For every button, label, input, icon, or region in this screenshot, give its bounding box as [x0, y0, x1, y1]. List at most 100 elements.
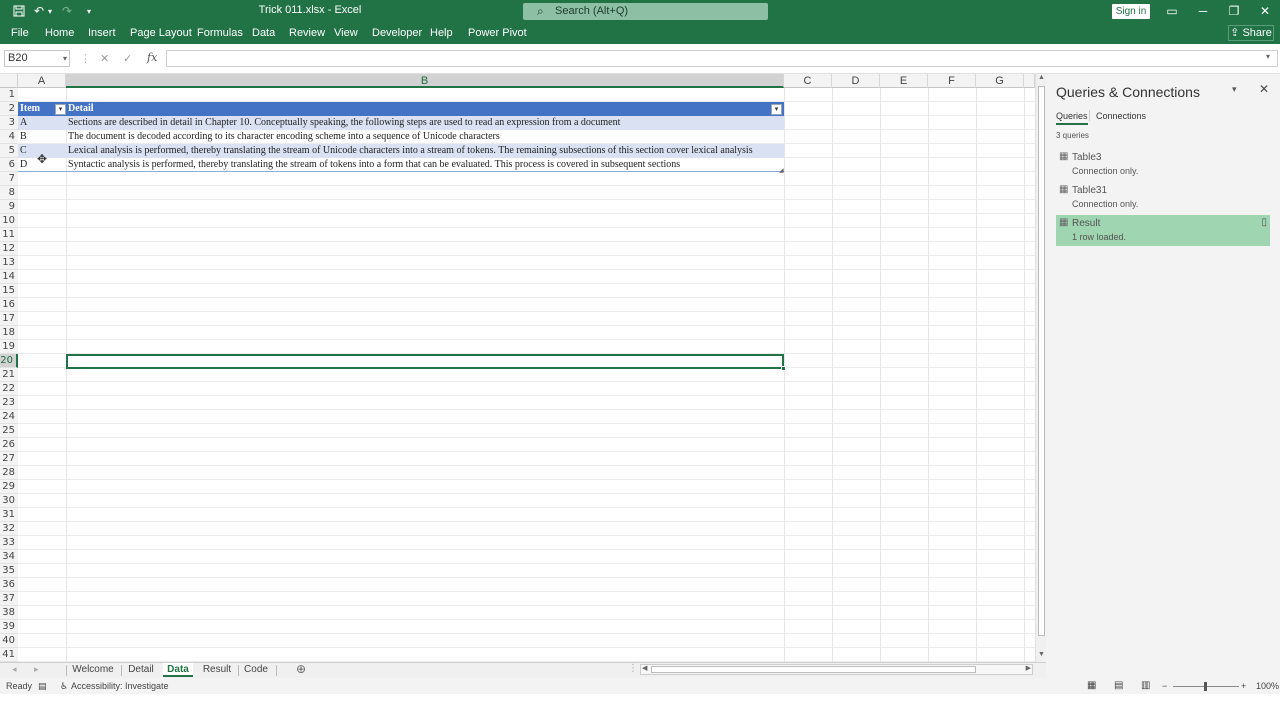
scroll-right-icon[interactable]: ▶	[1026, 664, 1031, 672]
row-header[interactable]: 30	[0, 494, 18, 508]
row-header[interactable]: 27	[0, 452, 18, 466]
tab-power-pivot[interactable]: Power Pivot	[468, 27, 527, 39]
tab-data[interactable]: Data	[252, 27, 275, 39]
horizontal-scrollbar[interactable]: ◀ ▶	[640, 664, 1033, 675]
tab-page-layout[interactable]: Page Layout	[130, 27, 192, 39]
formula-input[interactable]	[166, 50, 1278, 67]
next-sheet-icon[interactable]: ▸	[34, 664, 39, 675]
row-header[interactable]: 28	[0, 466, 18, 480]
active-cell-b20[interactable]	[66, 354, 784, 369]
pane-options-icon[interactable]: ▾	[1232, 84, 1237, 95]
vertical-scroll-thumb[interactable]	[1038, 86, 1045, 636]
row-header[interactable]: 15	[0, 284, 18, 298]
name-box[interactable]: B20 ▾	[4, 50, 70, 67]
search-box[interactable]: ⌕ Search (Alt+Q)	[523, 3, 768, 20]
table-cell-detail[interactable]: Sections are described in detail in Chap…	[66, 116, 784, 130]
filter-dropdown-icon[interactable]: ▾	[771, 104, 782, 115]
scroll-left-icon[interactable]: ◀	[642, 664, 647, 672]
cancel-entry-icon[interactable]: ✕	[100, 52, 109, 65]
row-header[interactable]: 34	[0, 550, 18, 564]
column-header-c[interactable]: C	[784, 74, 832, 88]
row-header[interactable]: 25	[0, 424, 18, 438]
row-header[interactable]: 36	[0, 578, 18, 592]
zoom-slider-thumb[interactable]	[1204, 682, 1207, 691]
row-header[interactable]: 6	[0, 158, 18, 172]
horizontal-scroll-thumb[interactable]	[651, 666, 976, 673]
column-header-b[interactable]: B	[66, 74, 784, 88]
tab-connections[interactable]: Connections	[1096, 111, 1146, 121]
tab-review[interactable]: Review	[289, 27, 325, 39]
row-header[interactable]: 33	[0, 536, 18, 550]
row-header[interactable]: 2	[0, 102, 18, 116]
scroll-up-icon[interactable]: ▲	[1038, 74, 1045, 81]
column-header-h[interactable]	[1024, 74, 1035, 88]
row-header[interactable]: 16	[0, 298, 18, 312]
insert-function-icon[interactable]: fx	[147, 51, 157, 64]
row-header[interactable]: 40	[0, 634, 18, 648]
row-header[interactable]: 41	[0, 648, 18, 662]
close-icon[interactable]: ✕	[1257, 3, 1273, 19]
row-header[interactable]: 23	[0, 396, 18, 410]
macro-recording-icon[interactable]: ▤	[38, 681, 47, 692]
normal-view-icon[interactable]: ▦	[1087, 680, 1096, 691]
minimize-icon[interactable]: ─	[1195, 3, 1211, 19]
row-header[interactable]: 26	[0, 438, 18, 452]
table-header-detail[interactable]: Detail	[66, 102, 784, 116]
table-cell-item[interactable]: B	[18, 130, 66, 144]
row-header[interactable]: 4	[0, 130, 18, 144]
row-header[interactable]: 19	[0, 340, 18, 354]
peek-sheet-icon[interactable]: ▯	[1261, 217, 1267, 228]
table-cell-detail[interactable]: Lexical analysis is performed, thereby t…	[66, 144, 784, 158]
row-header[interactable]: 9	[0, 200, 18, 214]
column-header-a[interactable]: A	[18, 74, 66, 88]
row-header[interactable]: 14	[0, 270, 18, 284]
share-button[interactable]: ⇪ Share	[1228, 25, 1274, 41]
name-box-dropdown-icon[interactable]: ▾	[63, 51, 67, 66]
column-header-e[interactable]: E	[880, 74, 928, 88]
pane-close-icon[interactable]: ✕	[1259, 82, 1269, 96]
table-cell-detail[interactable]: The document is decoded according to its…	[66, 130, 784, 144]
table-cell-detail[interactable]: Syntactic analysis is performed, thereby…	[66, 158, 784, 172]
column-header-f[interactable]: F	[928, 74, 976, 88]
query-item-table31[interactable]: ▦ Table31 Connection only.	[1056, 182, 1270, 213]
row-header[interactable]: 18	[0, 326, 18, 340]
tab-file[interactable]: File	[11, 27, 29, 39]
row-header[interactable]: 17	[0, 312, 18, 326]
table-resize-handle-icon[interactable]: ◢	[779, 167, 784, 174]
row-header[interactable]: 12	[0, 242, 18, 256]
sheet-tab-result[interactable]: Result	[200, 663, 234, 677]
sheet-tab-code[interactable]: Code	[242, 663, 270, 677]
row-header[interactable]: 21	[0, 368, 18, 382]
row-header[interactable]: 37	[0, 592, 18, 606]
confirm-entry-icon[interactable]: ✓	[123, 52, 132, 65]
expand-formula-bar-icon[interactable]: ▾	[1266, 52, 1270, 61]
row-header[interactable]: 1	[0, 88, 18, 102]
query-item-table3[interactable]: ▦ Table3 Connection only.	[1056, 149, 1270, 180]
filter-dropdown-icon[interactable]: ▾	[55, 104, 66, 115]
prev-sheet-icon[interactable]: ◂	[12, 664, 17, 675]
row-header[interactable]: 35	[0, 564, 18, 578]
row-header[interactable]: 39	[0, 620, 18, 634]
row-header[interactable]: 10	[0, 214, 18, 228]
sheet-tab-welcome[interactable]: Welcome	[70, 663, 116, 677]
row-header[interactable]: 13	[0, 256, 18, 270]
row-header[interactable]: 5	[0, 144, 18, 158]
page-layout-view-icon[interactable]: ▤	[1114, 680, 1123, 691]
row-header[interactable]: 32	[0, 522, 18, 536]
tab-insert[interactable]: Insert	[88, 27, 116, 39]
select-all-corner[interactable]	[0, 74, 18, 88]
row-header[interactable]: 3	[0, 116, 18, 130]
sheet-tab-data[interactable]: Data	[163, 663, 193, 677]
row-header[interactable]: 7	[0, 172, 18, 186]
query-item-result[interactable]: ▦ Result 1 row loaded. ▯	[1056, 215, 1270, 246]
row-header[interactable]: 20	[0, 354, 18, 368]
row-header[interactable]: 8	[0, 186, 18, 200]
zoom-in-icon[interactable]: +	[1241, 681, 1246, 691]
restore-icon[interactable]: ❐	[1226, 3, 1242, 19]
row-header[interactable]: 11	[0, 228, 18, 242]
worksheet-grid[interactable]: A B C D E F G Item ▾ Detail ▾ A Sections…	[0, 74, 1035, 662]
accessibility-status[interactable]: Accessibility: Investigate	[71, 681, 169, 691]
sheet-tab-detail[interactable]: Detail	[125, 663, 157, 677]
sign-in-button[interactable]: Sign in	[1112, 4, 1150, 19]
tab-view[interactable]: View	[334, 27, 358, 39]
